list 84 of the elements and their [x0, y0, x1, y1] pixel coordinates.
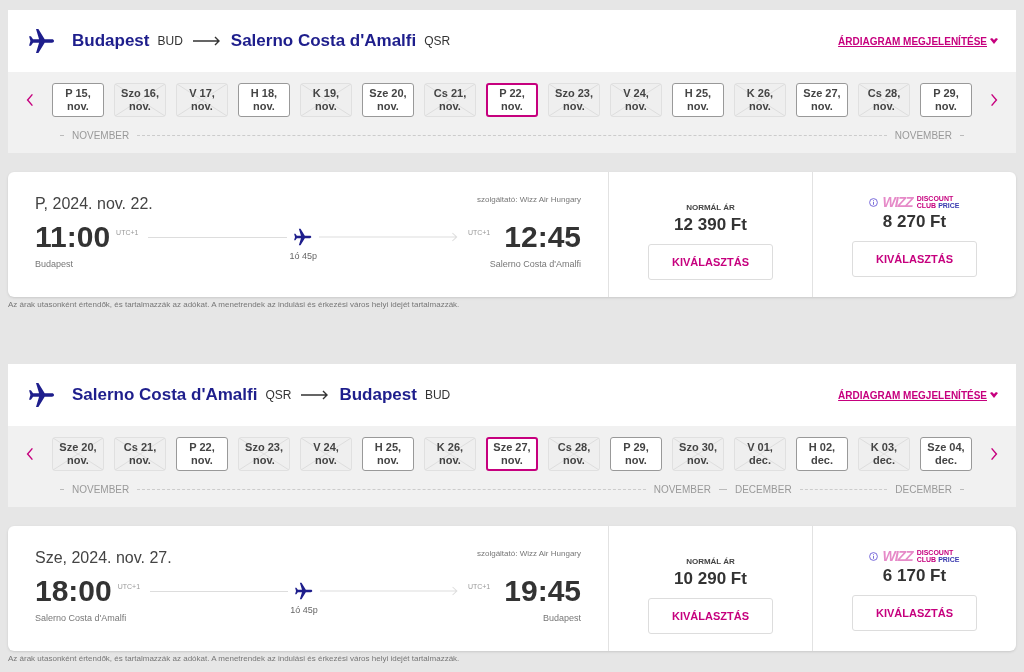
info-icon[interactable]	[869, 551, 879, 561]
date-tab[interactable]: Sze 20, nov.	[362, 83, 414, 117]
flight-duration: 1ó 45p	[290, 604, 318, 618]
arrival-city: Salerno Costa d'Amalfi	[489, 258, 581, 271]
date-tab[interactable]: H 25, nov.	[362, 437, 414, 471]
departure-time: 11:00	[35, 219, 111, 255]
flight-date: P, 2024. nov. 22.	[35, 194, 153, 214]
date-tab[interactable]: K 19, nov.	[300, 83, 352, 117]
price-chart-link[interactable]: ÁRDIAGRAM MEGJELENÍTÉSE	[838, 387, 998, 403]
club-price: 6 170 Ft	[882, 565, 947, 587]
operator-text: szolgáltató: Wizz Air Hungary	[476, 548, 581, 560]
chevron-right-icon	[990, 93, 998, 107]
select-button[interactable]: KIVÁLASZTÁS	[852, 595, 977, 631]
origin-code: QSR	[265, 387, 292, 404]
info-icon[interactable]	[869, 197, 879, 207]
departure-city: Budapest	[35, 258, 74, 271]
caret-icon	[990, 392, 998, 398]
date-tab[interactable]: Szo 16, nov.	[114, 83, 166, 117]
fare-label: NORMÁL ÁR	[686, 556, 735, 568]
date-tab[interactable]: Cs 21, nov.	[424, 83, 476, 117]
fare-price: 10 290 Ft	[674, 568, 747, 590]
month-label: NOVEMBER	[72, 128, 130, 143]
date-tab[interactable]: H 02, dec.	[796, 437, 848, 471]
date-tab[interactable]: V 24, nov.	[610, 83, 662, 117]
date-tab[interactable]: P 29, nov.	[610, 437, 662, 471]
destination-city: Budapest	[339, 384, 417, 407]
date-tab[interactable]: Szo 23, nov.	[238, 437, 290, 471]
select-button[interactable]: KIVÁLASZTÁS	[648, 598, 773, 634]
date-tab[interactable]: K 26, nov.	[734, 83, 786, 117]
date-tab[interactable]: Cs 21, nov.	[114, 437, 166, 471]
select-button[interactable]: KIVÁLASZTÁS	[648, 244, 773, 280]
date-tab[interactable]: Szo 30, nov.	[672, 437, 724, 471]
arrival-time: 12:45	[504, 219, 581, 255]
destination-code: BUD	[424, 387, 451, 404]
club-price: 8 270 Ft	[882, 211, 947, 233]
departure-city: Salerno Costa d'Amalfi	[35, 612, 127, 625]
origin-city: Salerno Costa d'Amalfi	[72, 384, 258, 407]
destination-code: QSR	[424, 33, 451, 50]
price-note: Az árak utasonként értendők, és tartalmazzák az adókat. A menetrendek az indulási és érkezési város helyi idejét tartalmazzák.	[8, 653, 461, 665]
select-button[interactable]: KIVÁLASZTÁS	[852, 241, 977, 277]
date-tab[interactable]: H 25, nov.	[672, 83, 724, 117]
month-label: NOVEMBER	[894, 128, 952, 143]
date-tab[interactable]: P 22, nov.	[486, 83, 538, 117]
date-tab[interactable]: Szo 23, nov.	[548, 83, 600, 117]
date-tab[interactable]: Sze 27, nov.	[486, 437, 538, 471]
origin-code: BUD	[157, 33, 183, 50]
price-chart-link[interactable]: ÁRDIAGRAM MEGJELENÍTÉSE	[838, 33, 998, 49]
flight-date: Sze, 2024. nov. 27.	[35, 548, 172, 568]
month-label: NOVEMBER	[653, 482, 711, 497]
month-label: DECEMBER	[734, 482, 792, 497]
date-tab[interactable]: Cs 28, nov.	[548, 437, 600, 471]
flight-duration: 1ó 45p	[289, 250, 317, 264]
date-tab[interactable]: Sze 20, nov.	[52, 437, 104, 471]
operator-text: szolgáltató: Wizz Air Hungary	[476, 194, 581, 206]
departure-time: 18:00	[35, 573, 112, 609]
chevron-left-icon	[26, 447, 34, 461]
destination-city: Salerno Costa d'Amalfi	[230, 30, 417, 53]
date-tab[interactable]: Cs 28, nov.	[858, 83, 910, 117]
caret-icon	[990, 38, 998, 44]
date-tab[interactable]: Sze 27, nov.	[796, 83, 848, 117]
fare-price: 12 390 Ft	[674, 214, 747, 236]
club-logo: WIZZ	[882, 195, 913, 209]
date-tab[interactable]: V 24, nov.	[300, 437, 352, 471]
origin-city: Budapest	[72, 30, 150, 53]
fare-label: NORMÁL ÁR	[686, 202, 735, 214]
date-tab[interactable]: V 17, nov.	[176, 83, 228, 117]
price-note: Az árak utasonként értendők, és tartalmazzák az adókat. A menetrendek az indulási és érkezési város helyi idejét tartalmazzák.	[8, 299, 461, 311]
date-tab[interactable]: P 15, nov.	[52, 83, 104, 117]
arrow-icon	[301, 390, 330, 400]
date-tab[interactable]: K 03, dec.	[858, 437, 910, 471]
date-tab[interactable]: K 26, nov.	[424, 437, 476, 471]
club-logo: WIZZ	[882, 549, 913, 563]
date-tab[interactable]: P 22, nov.	[176, 437, 228, 471]
chevron-right-icon	[990, 447, 998, 461]
date-tab[interactable]: Sze 04, dec.	[920, 437, 972, 471]
arrival-city: Budapest	[542, 612, 581, 625]
month-label: NOVEMBER	[72, 482, 130, 497]
date-tab[interactable]: H 18, nov.	[238, 83, 290, 117]
chevron-left-icon	[26, 93, 34, 107]
month-label: DECEMBER	[895, 482, 952, 497]
arrival-time: 19:45	[504, 573, 581, 609]
arrow-icon	[192, 36, 221, 46]
date-tab[interactable]: V 01, dec.	[734, 437, 786, 471]
date-tab[interactable]: P 29, nov.	[920, 83, 972, 117]
